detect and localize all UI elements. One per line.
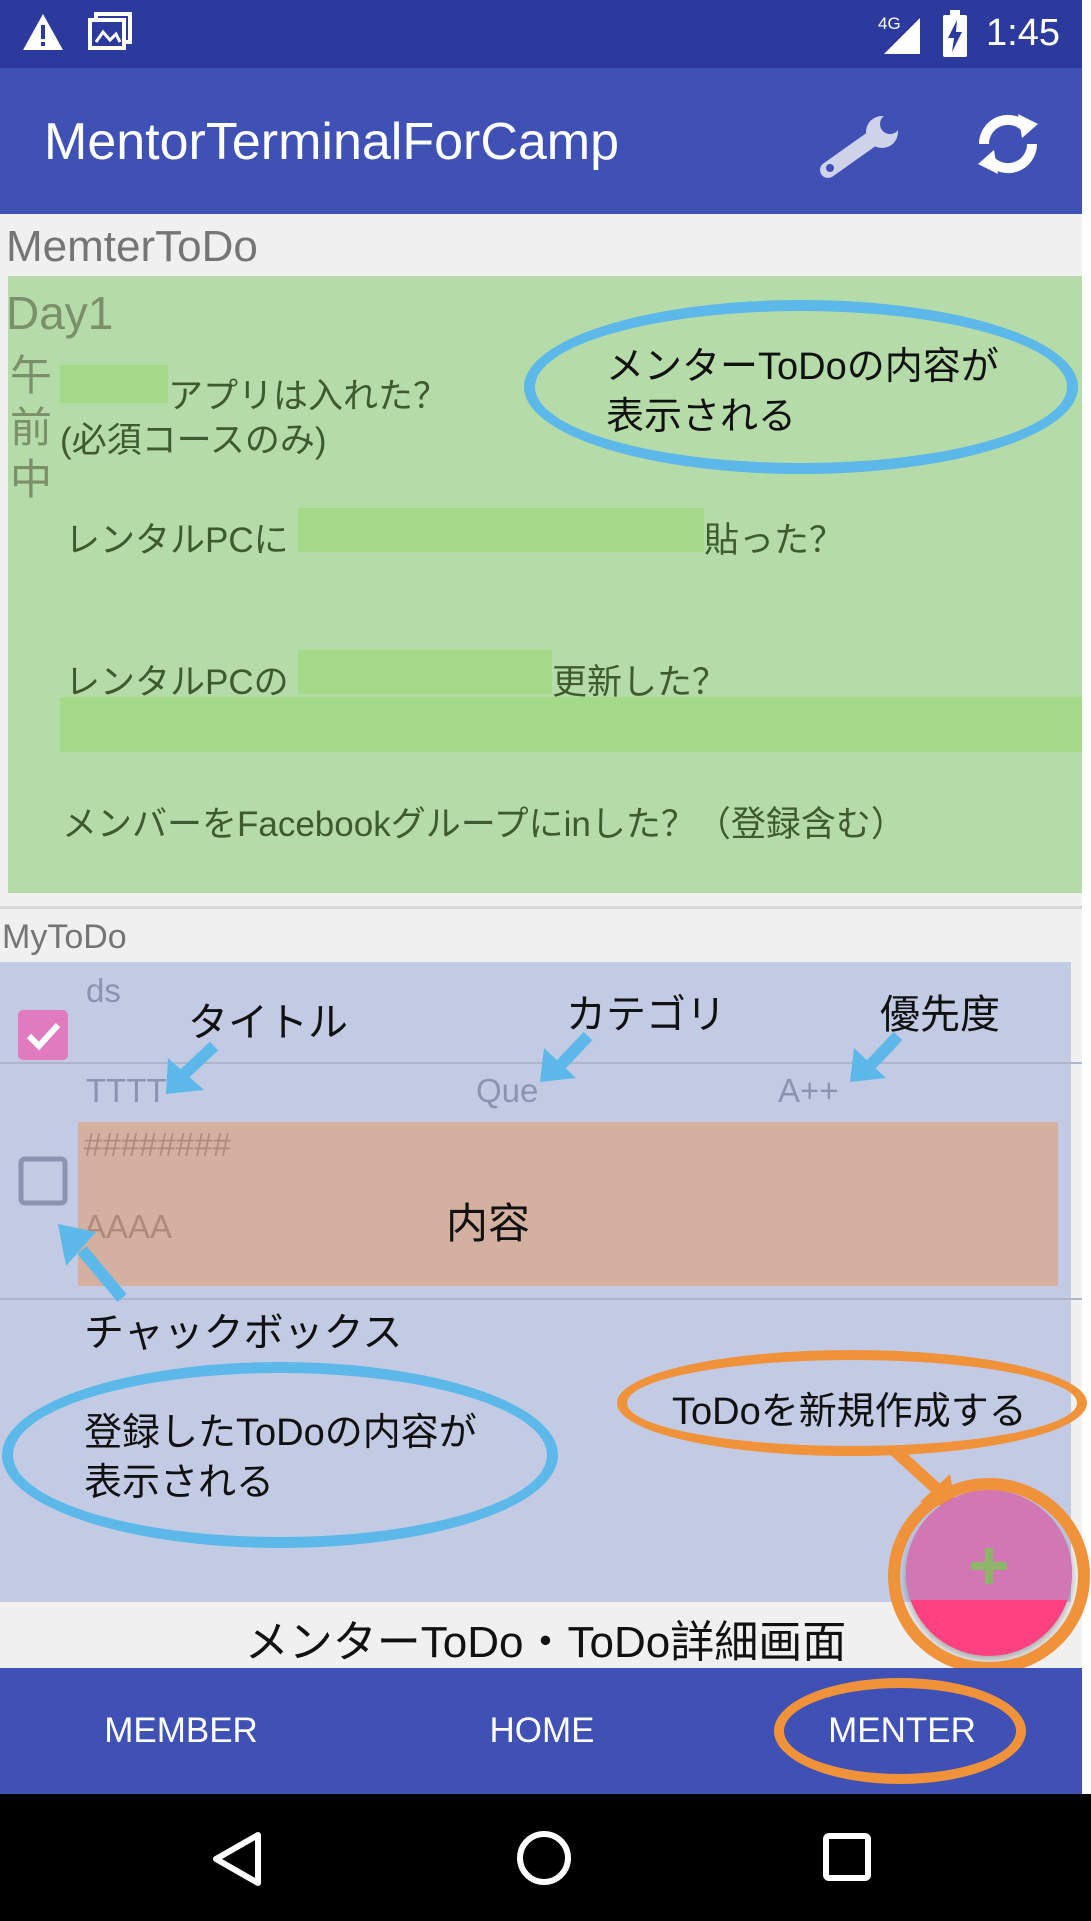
redacted-mask <box>60 697 1082 752</box>
status-bar: 4G 1:45 <box>0 0 1082 68</box>
section-divider <box>0 906 1082 909</box>
system-navigation-bar <box>0 1794 1091 1921</box>
tab-member[interactable]: MEMBER <box>0 1668 362 1794</box>
day-label: Day1 <box>6 287 114 339</box>
back-icon[interactable] <box>210 1830 266 1888</box>
mentor-section-header: MemterToDo <box>6 222 258 271</box>
annotation-arrows <box>58 1031 903 1302</box>
app-bar: MentorTerminalForCamp <box>0 68 1082 214</box>
app-title: MentorTerminalForCamp <box>44 113 620 171</box>
home-icon[interactable] <box>514 1828 574 1888</box>
tab-home[interactable]: HOME <box>362 1668 722 1794</box>
mentor-item-text: メンバーをFacebookグループにinした？（登録含む） <box>62 805 906 844</box>
mentor-item-text: レンタルPCに <box>65 521 289 560</box>
signal-icon <box>884 18 920 54</box>
warning-icon <box>23 14 63 50</box>
selected-tab-callout-ellipse <box>774 1678 1026 1784</box>
recents-icon[interactable] <box>820 1830 876 1886</box>
my-callout: 登録したToDoの内容が 表示される <box>84 1412 477 1504</box>
gallery-notification-icon <box>88 12 132 50</box>
redacted-mask <box>60 365 168 403</box>
redacted-mask <box>298 650 552 694</box>
my-section-header: MyToDo <box>2 918 127 956</box>
sync-icon[interactable] <box>972 108 1044 180</box>
wrench-icon[interactable] <box>818 112 902 180</box>
redacted-mask <box>298 508 704 552</box>
clock: 1:45 <box>986 12 1060 54</box>
mentor-item-text: 貼った？ <box>704 521 845 560</box>
bottom-navigation: MEMBER HOME MENTER <box>0 1668 1082 1794</box>
time-label: 午 前 中 <box>10 352 53 503</box>
annotation-new-todo: ToDoを新規作成する <box>672 1391 1027 1433</box>
fab-callout-ellipse <box>888 1478 1090 1674</box>
mentor-item-text: (必須コースのみ) <box>60 421 327 460</box>
battery-charging-icon <box>943 10 967 57</box>
mentor-callout: メンターToDoの内容が 表示される <box>606 346 999 438</box>
